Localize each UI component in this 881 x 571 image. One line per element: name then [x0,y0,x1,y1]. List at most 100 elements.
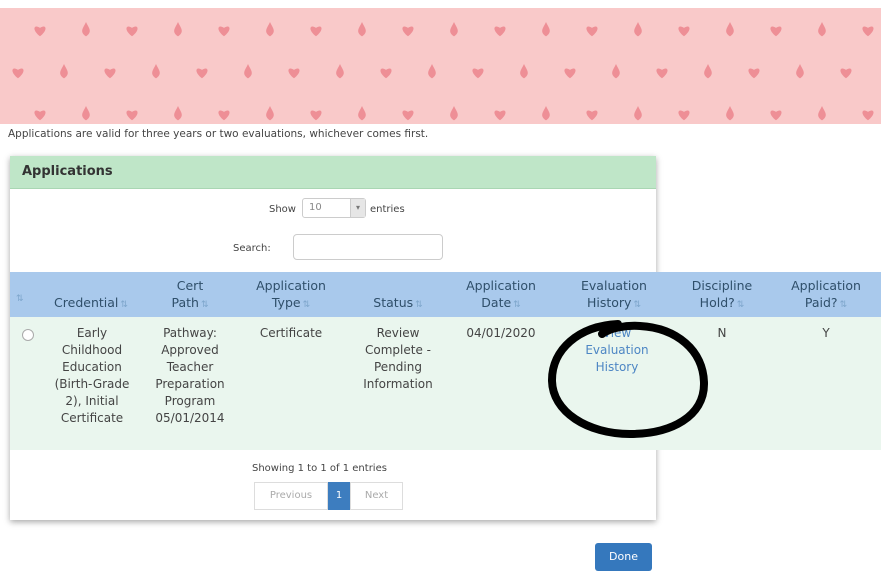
cell-status: Review Complete - Pending Information [363,326,433,391]
droplet-icon [336,64,344,79]
next-page-button[interactable]: Next [350,482,403,510]
droplet-icon [796,64,804,79]
droplet-icon [82,106,90,121]
heart-icon [770,110,782,121]
heart-icon [494,26,506,37]
heart-icon [586,110,598,121]
heart-icon [862,110,874,121]
hand-drawn-circle-annotation [548,320,709,439]
droplet-icon [542,106,550,121]
sort-icon: ⇅ [736,300,745,310]
droplet-icon [60,64,68,79]
validity-notice: Applications are valid for three years o… [8,128,429,140]
header-credential[interactable]: Credential ⇅ [36,272,146,317]
heart-icon [34,26,46,37]
heart-icon [564,68,576,79]
page-1-button[interactable]: 1 [328,482,350,510]
droplet-icon [152,64,160,79]
header-status[interactable]: Status ⇅ [350,272,446,317]
panel-header: Applications [10,156,656,189]
previous-page-button[interactable]: Previous [254,482,328,510]
droplet-icon [612,64,620,79]
header-application-date[interactable]: Application Date ⇅ [446,272,556,317]
droplet-icon [520,64,528,79]
droplet-icon [726,106,734,121]
header-cert-path[interactable]: Cert Path ⇅ [148,272,232,317]
droplet-icon [358,22,366,37]
sort-icon: ⇅ [302,300,311,310]
search-label: Search: [233,243,271,254]
droplet-icon [82,22,90,37]
header-discipline-hold[interactable]: Discipline Hold? ⇅ [672,272,772,317]
header-application-paid[interactable]: Application Paid? ⇅ [774,272,878,317]
table-header-row: ⇅ Credential ⇅ Cert Path ⇅ Application Typ… [10,272,881,317]
heart-icon [402,26,414,37]
droplet-icon [244,64,252,79]
droplet-icon [174,106,182,121]
cell-application-paid: Y [822,326,830,340]
droplet-icon [266,106,274,121]
cell-cert-path: Pathway: Approved Teacher Preparation Pr… [155,326,225,425]
panel-title: Applications [22,164,113,179]
droplet-icon [266,22,274,37]
droplet-icon [542,22,550,37]
droplet-icon [358,106,366,121]
sort-icon: ⇅ [633,300,642,310]
sort-icon: ⇅ [513,300,521,310]
heart-icon [310,110,322,121]
sort-icon: ⇅ [415,300,423,310]
header-evaluation-history[interactable]: Evaluation History ⇅ [558,272,670,317]
row-select-radio[interactable] [22,329,34,341]
chevron-down-icon: ▾ [350,199,365,217]
table-row: Early Childhood Education (Birth-Grade 2… [10,317,881,450]
sort-icon: ⇅ [200,300,209,310]
heart-icon [310,26,322,37]
cell-credential: Early Childhood Education (Birth-Grade 2… [54,326,130,425]
heart-icon [126,26,138,37]
heart-icon [748,68,760,79]
heart-icon [494,110,506,121]
show-label: Show [269,204,296,215]
heart-icon [656,68,668,79]
search-input[interactable] [293,234,443,260]
droplet-icon [704,64,712,79]
heart-icon [586,26,598,37]
heart-icon [472,68,484,79]
cell-application-date: 04/01/2020 [466,326,536,340]
heart-icon [196,68,208,79]
heart-icon [862,26,874,37]
sort-icon: ⇅ [839,300,848,310]
heart-icon [770,26,782,37]
heart-icon [34,110,46,121]
heart-icon [678,26,690,37]
droplet-icon [726,22,734,37]
droplet-icon [634,22,642,37]
sort-icon: ⇅ [120,300,128,310]
entries-select-value: 10 [309,202,322,213]
done-button[interactable]: Done [595,543,652,571]
heart-icon [402,110,414,121]
heart-icon [104,68,116,79]
cell-application-type: Certificate [259,326,323,340]
heart-icon [840,68,852,79]
droplet-icon [450,106,458,121]
droplet-icon [818,22,826,37]
heart-icon [288,68,300,79]
table-info: Showing 1 to 1 of 1 entries [252,463,387,474]
droplet-icon [450,22,458,37]
heart-pattern [12,22,874,121]
droplet-icon [634,106,642,121]
heart-icon [12,68,24,79]
heart-icon [380,68,392,79]
heart-icon [678,110,690,121]
droplet-icon [818,106,826,121]
droplet-icon [174,22,182,37]
sort-icon: ⇅ [16,294,24,304]
droplet-icon [428,64,436,79]
entries-select[interactable]: 10 ▾ [302,198,366,218]
header-application-type[interactable]: Application Type ⇅ [234,272,348,317]
entries-label: entries [370,204,405,215]
heart-icon [126,110,138,121]
heart-icon [218,26,230,37]
heart-icon [218,110,230,121]
